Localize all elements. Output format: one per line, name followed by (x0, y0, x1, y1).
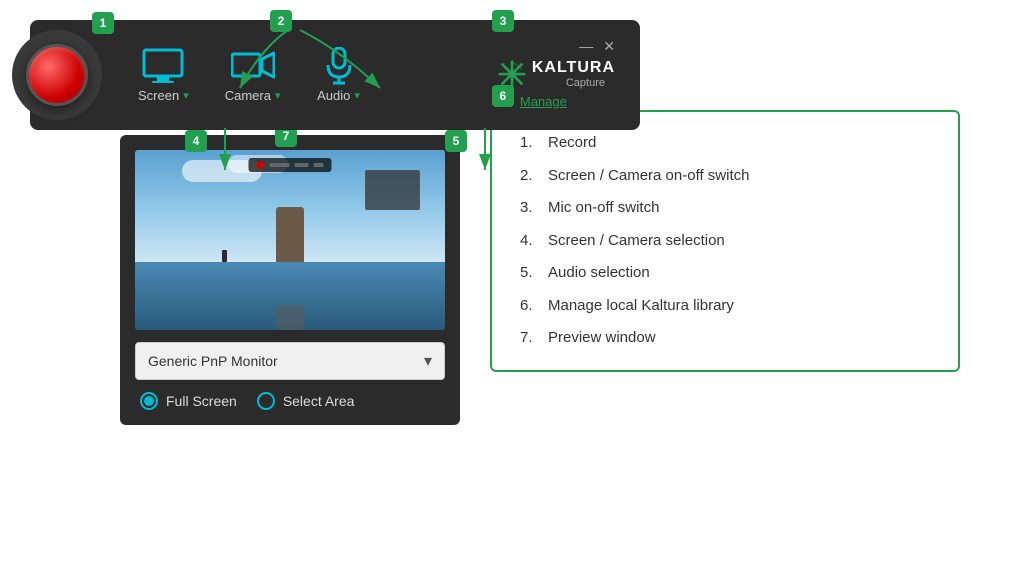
info-item-6: 6. Manage local Kaltura library (520, 295, 930, 318)
close-button[interactable]: ✕ (603, 39, 615, 53)
window-controls: — ✕ (579, 39, 615, 53)
kaltura-star-icon (498, 60, 526, 88)
minimize-button[interactable]: — (579, 39, 593, 53)
preview-image (135, 150, 445, 330)
info-text-4: Screen / Camera selection (548, 230, 725, 253)
info-item-5: 5. Audio selection (520, 262, 930, 285)
badge-1: 1 (92, 12, 114, 34)
info-num-4: 4. (520, 230, 548, 253)
toolbar-controls: Screen ▾ Camera ▾ (120, 39, 630, 111)
full-screen-radio[interactable] (140, 392, 158, 410)
badge-2: 2 (270, 10, 292, 32)
select-area-option[interactable]: Select Area (257, 392, 355, 410)
camera-label: Camera ▾ (225, 88, 281, 103)
info-item-1: 1. Record (520, 132, 930, 155)
record-button[interactable] (26, 44, 88, 106)
info-num-1: 1. (520, 132, 548, 155)
screen-chevron: ▾ (183, 89, 189, 102)
badge-6: 6 (492, 85, 514, 107)
info-num-6: 6. (520, 295, 548, 318)
screen-control[interactable]: Screen ▾ (120, 40, 207, 111)
badge-4: 4 (185, 130, 207, 152)
badge-3: 3 (492, 10, 514, 32)
info-item-4: 4. Screen / Camera selection (520, 230, 930, 253)
info-item-3: 3. Mic on-off switch (520, 197, 930, 220)
audio-chevron: ▾ (354, 89, 360, 102)
screen-options: Full Screen Select Area (135, 392, 445, 410)
info-text-2: Screen / Camera on-off switch (548, 165, 749, 188)
full-screen-label: Full Screen (166, 393, 237, 409)
kaltura-logo: KALTURA Capture (498, 59, 615, 89)
record-pill (12, 30, 102, 120)
kaltura-brand: KALTURA (532, 59, 615, 77)
info-text-6: Manage local Kaltura library (548, 295, 734, 318)
preview-panel: 7 Generic PnP Monitor ▾ Full S (120, 135, 460, 425)
info-num-2: 2. (520, 165, 548, 188)
mic-icon (317, 48, 361, 84)
info-text-7: Preview window (548, 327, 656, 350)
screen-icon (141, 48, 185, 84)
kaltura-area: — ✕ KALTURA Capture (498, 39, 630, 111)
badge-5: 5 (445, 130, 467, 152)
camera-chevron: ▾ (275, 89, 281, 102)
camera-icon (231, 48, 275, 84)
info-num-5: 5. (520, 262, 548, 285)
preview-mini-toolbar (249, 158, 332, 172)
preview-pip (365, 170, 420, 210)
kaltura-sub: Capture (566, 77, 615, 89)
info-text-3: Mic on-off switch (548, 197, 659, 220)
info-item-2: 2. Screen / Camera on-off switch (520, 165, 930, 188)
camera-control[interactable]: Camera ▾ (207, 40, 299, 111)
monitor-chevron-icon: ▾ (424, 351, 432, 371)
manage-link[interactable]: Manage (520, 94, 567, 109)
info-text-1: Record (548, 132, 596, 155)
info-box: 1. Record 2. Screen / Camera on-off swit… (490, 110, 960, 372)
full-screen-option[interactable]: Full Screen (140, 392, 237, 410)
screen-label: Screen ▾ (138, 88, 189, 103)
info-text-5: Audio selection (548, 262, 650, 285)
monitor-selector[interactable]: Generic PnP Monitor ▾ (135, 342, 445, 380)
info-num-3: 3. (520, 197, 548, 220)
toolbar: 1 2 3 Screen ▾ (30, 20, 640, 130)
info-item-7: 7. Preview window (520, 327, 930, 350)
monitor-label: Generic PnP Monitor (148, 353, 278, 369)
info-num-7: 7. (520, 327, 548, 350)
select-area-label: Select Area (283, 393, 355, 409)
audio-label: Audio ▾ (317, 88, 360, 103)
select-area-radio[interactable] (257, 392, 275, 410)
audio-control[interactable]: Audio ▾ (299, 40, 379, 111)
